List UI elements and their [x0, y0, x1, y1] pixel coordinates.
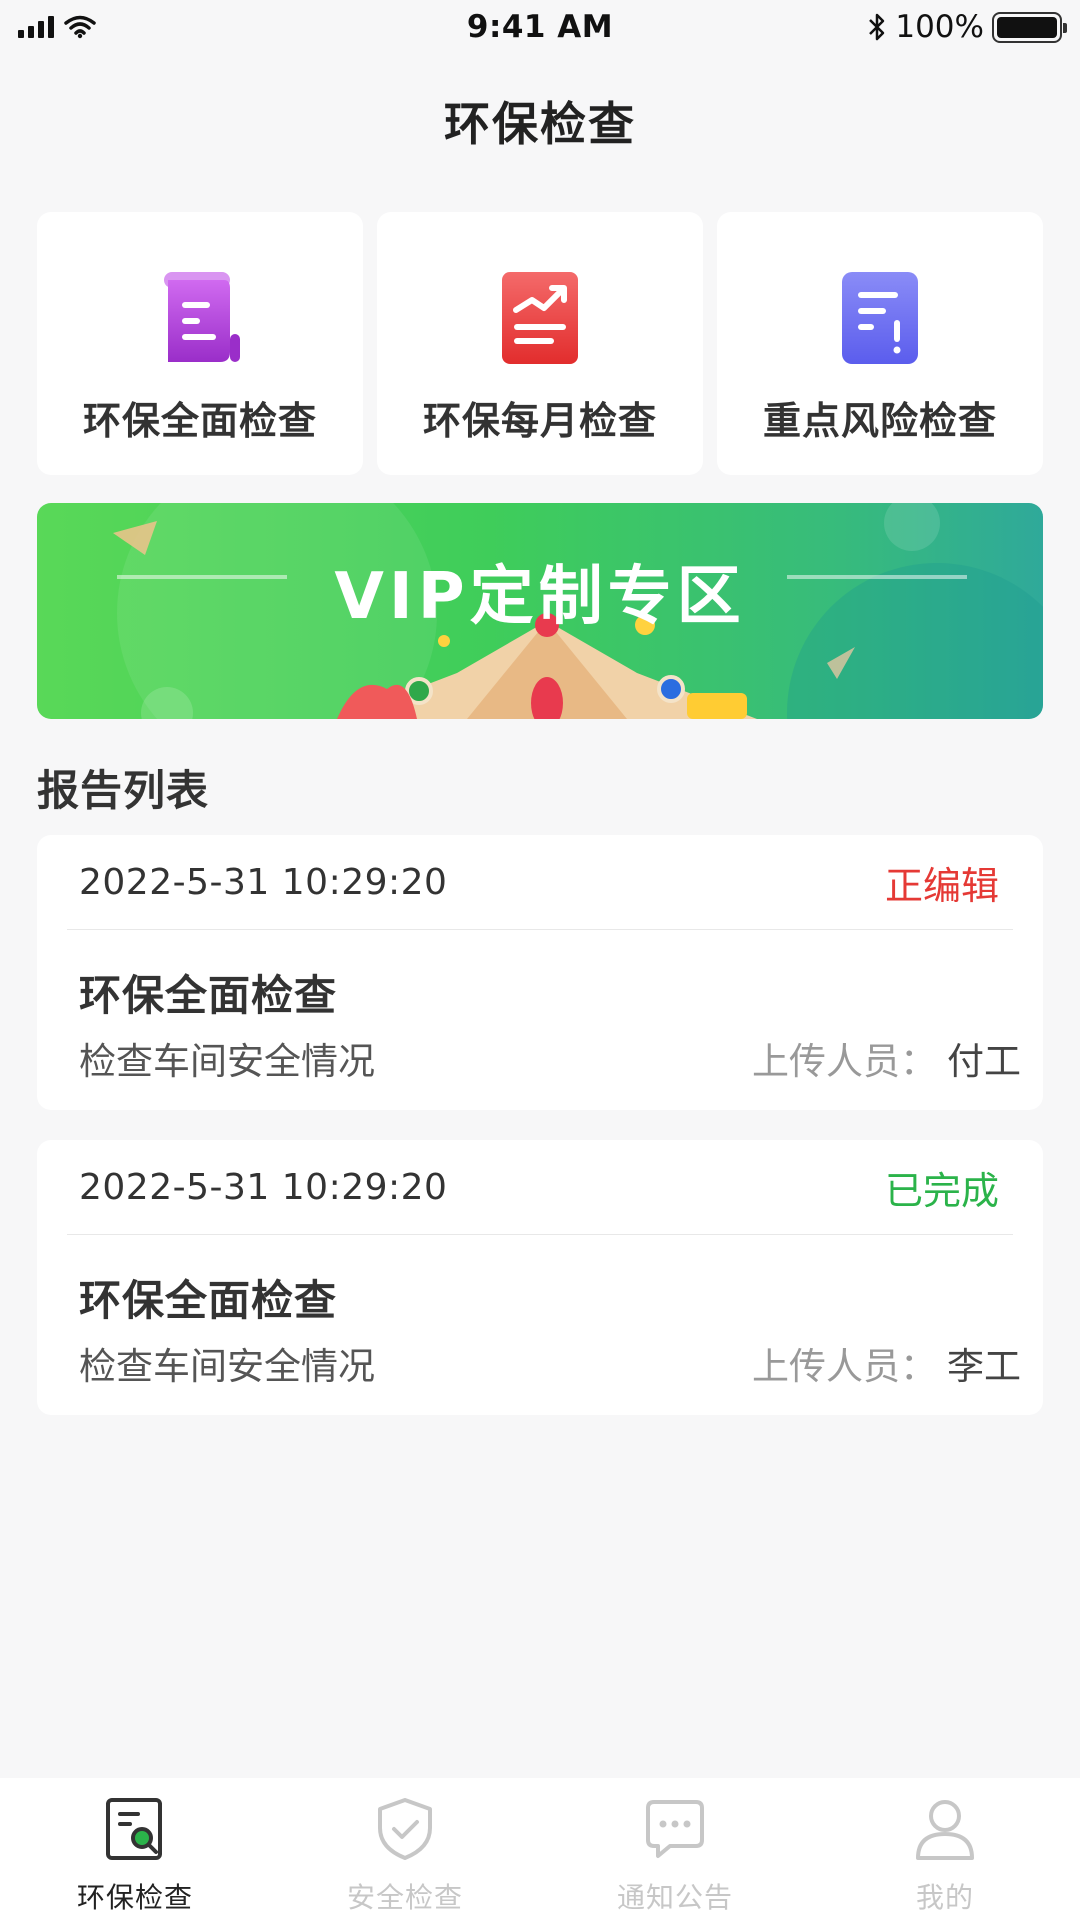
report-uploader: 上传人员： 李工: [752, 1336, 1021, 1390]
quick-actions: 环保全面检查 环保每月检查 重点风险检查: [37, 212, 1043, 475]
screen: 9:41 AM 100% 环保检查 环保全面检查 环保每月检查 重点风险检查 V…: [0, 0, 1080, 1920]
report-description: 检查车间安全情况: [79, 1345, 375, 1388]
status-badge: 已完成: [884, 1168, 999, 1213]
vip-banner[interactable]: VIP定制专区: [37, 503, 1043, 719]
uploader-label: 上传人员：: [752, 1040, 937, 1083]
trend-chart-icon: [502, 272, 578, 364]
message-icon: [646, 1800, 704, 1858]
tab-label: 通知公告: [616, 1881, 733, 1914]
shield-check-icon: [378, 1798, 432, 1860]
wifi-icon: [64, 15, 96, 39]
status-badge: 正编辑: [884, 863, 999, 908]
tab-label: 环保检查: [76, 1881, 193, 1914]
signal-icon: [18, 16, 54, 38]
report-card-header: 2022-5-31 10:29:20 已完成: [67, 1140, 1013, 1235]
tab-label: 安全检查: [346, 1881, 463, 1914]
quick-action-label: 重点风险检查: [762, 399, 997, 443]
report-date: 2022-5-31 10:29:20: [79, 1166, 448, 1208]
tab-bar: 环保检查 安全检查 通知公告 我的: [0, 1778, 1080, 1920]
tab-notices[interactable]: 通知公告: [540, 1778, 810, 1920]
report-description: 检查车间安全情况: [79, 1040, 375, 1083]
report-card-header: 2022-5-31 10:29:20 正编辑: [67, 835, 1013, 930]
quick-action-monthly-check[interactable]: 环保每月检查: [377, 212, 703, 475]
alert-document-icon: [842, 272, 918, 364]
report-title: 环保全面检查: [79, 971, 338, 1020]
report-card[interactable]: 2022-5-31 10:29:20 正编辑 环保全面检查 检查车间安全情况 上…: [37, 835, 1043, 1110]
bluetooth-icon: [869, 13, 885, 41]
user-icon: [916, 1800, 974, 1860]
report-date: 2022-5-31 10:29:20: [79, 861, 448, 903]
quick-action-risk-check[interactable]: 重点风险检查: [717, 212, 1043, 475]
tab-environmental-check[interactable]: 环保检查: [0, 1778, 270, 1920]
status-time: 9:41 AM: [466, 9, 614, 45]
quick-action-label: 环保每月检查: [422, 399, 657, 443]
report-uploader: 上传人员： 付工: [752, 1031, 1021, 1085]
tab-safety-check[interactable]: 安全检查: [270, 1778, 540, 1920]
quick-action-comprehensive-check[interactable]: 环保全面检查: [37, 212, 363, 475]
status-bar: 9:41 AM 100%: [0, 0, 1080, 54]
battery-percent: 100%: [895, 9, 984, 45]
section-title: 报告列表: [37, 766, 210, 815]
report-card[interactable]: 2022-5-31 10:29:20 已完成 环保全面检查 检查车间安全情况 上…: [37, 1140, 1043, 1415]
battery-icon: [992, 11, 1067, 43]
document-scroll-icon: [164, 272, 240, 362]
page-title: 环保检查: [444, 97, 636, 151]
report-title: 环保全面检查: [79, 1276, 338, 1325]
uploader-label: 上传人员：: [752, 1345, 937, 1388]
tab-mine[interactable]: 我的: [810, 1778, 1080, 1920]
banner-title: VIP定制专区: [334, 560, 746, 634]
uploader-name: 李工: [947, 1345, 1021, 1388]
quick-action-label: 环保全面检查: [82, 399, 317, 443]
uploader-name: 付工: [947, 1040, 1021, 1083]
tab-label: 我的: [915, 1881, 974, 1914]
inspection-icon: [106, 1798, 162, 1860]
